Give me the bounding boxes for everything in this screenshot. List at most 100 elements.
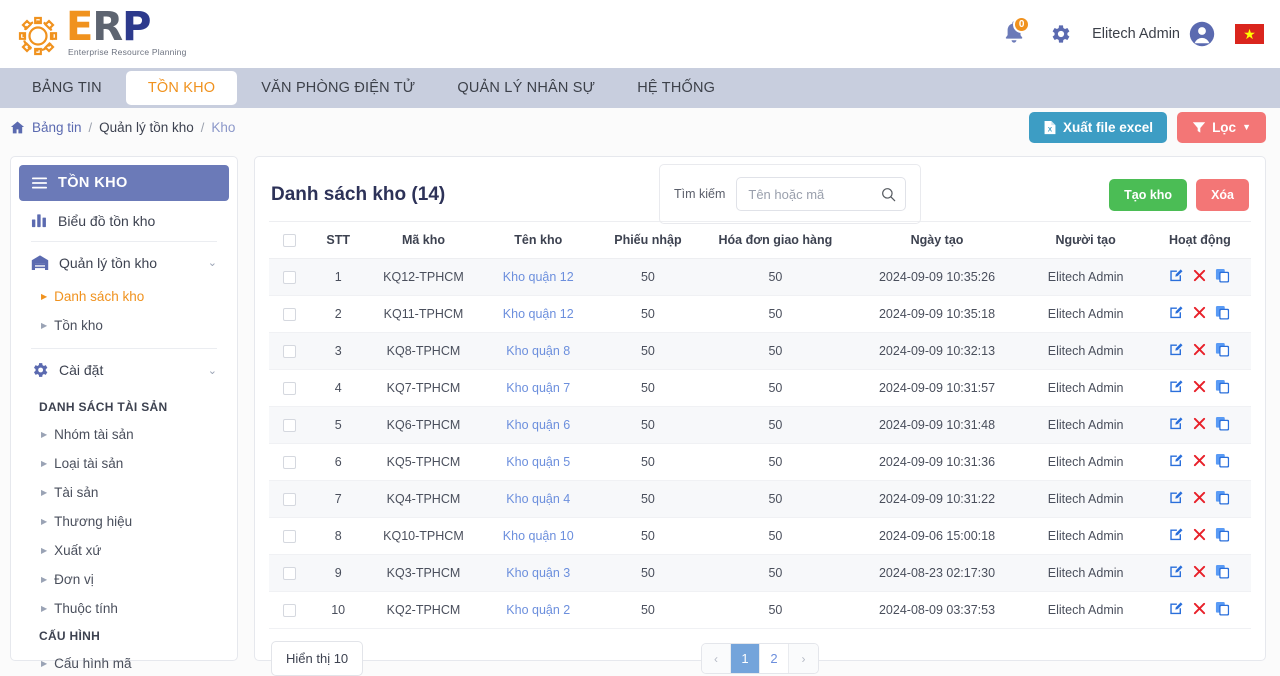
table-row[interactable]: 5 KQ6-TPHCM Kho quận 6 50 50 2024-09-09 10:31… (269, 406, 1251, 445)
delete-x-icon[interactable] (1193, 602, 1206, 615)
nav-tab-ton-kho[interactable]: TỒN KHO (125, 71, 238, 105)
sidebar-subitem-danh-sach-kho[interactable]: ▶ Danh sách kho (25, 282, 223, 311)
language-flag-button[interactable]: ★ (1235, 24, 1264, 44)
cell-ten-kho[interactable]: Kho quận 3 (479, 554, 597, 593)
delete-x-icon[interactable] (1193, 343, 1206, 356)
row-checkbox[interactable] (282, 604, 296, 618)
table-row[interactable]: 9 KQ3-TPHCM Kho quận 3 50 50 2024-08-23 02:17… (269, 554, 1251, 593)
warehouse-name-link[interactable]: Kho quận 10 (503, 529, 574, 543)
edit-icon[interactable] (1169, 305, 1184, 320)
row-checkbox[interactable] (282, 456, 296, 470)
warehouse-name-link[interactable]: Kho quận 7 (506, 381, 570, 395)
cell-ten-kho[interactable]: Kho quận 7 (479, 369, 597, 408)
row-checkbox[interactable] (282, 567, 296, 581)
delete-x-icon[interactable] (1193, 565, 1206, 578)
breadcrumb-item-2[interactable]: Kho (211, 120, 235, 135)
cell-ten-kho[interactable]: Kho quận 2 (479, 591, 597, 630)
sidebar-subitem-nhom-tai-san[interactable]: ▶ Nhóm tài sản (25, 420, 223, 449)
copy-icon[interactable] (1215, 305, 1230, 320)
sidebar-subitem-thuoc-tinh[interactable]: ▶ Thuộc tính (25, 594, 223, 623)
cell-ten-kho[interactable]: Kho quận 5 (479, 443, 597, 482)
pagination-prev[interactable]: ‹ (702, 644, 731, 674)
sidebar-header[interactable]: TỒN KHO (19, 165, 229, 201)
chevron-down-icon[interactable]: ⌄ (208, 364, 217, 377)
sidebar-subitem-thuong-hieu[interactable]: ▶ Thương hiệu (25, 507, 223, 536)
export-excel-button[interactable]: X Xuất file excel (1029, 111, 1168, 143)
cell-ten-kho[interactable]: Kho quận 10 (479, 517, 597, 556)
table-row[interactable]: 10 KQ2-TPHCM Kho quận 2 50 50 2024-08-09 03:3… (269, 591, 1251, 630)
table-row[interactable]: 8 KQ10-TPHCM Kho quận 10 50 50 2024-09-06 15:… (269, 517, 1251, 556)
pagination-page-1[interactable]: 1 (731, 644, 760, 674)
sidebar-subitem-xuat-xu[interactable]: ▶ Xuất xứ (25, 536, 223, 565)
warehouse-name-link[interactable]: Kho quận 8 (506, 344, 570, 358)
cell-ten-kho[interactable]: Kho quận 8 (479, 332, 597, 371)
breadcrumb-item-1[interactable]: Quản lý tồn kho (99, 120, 194, 135)
table-row[interactable]: 1 KQ12-TPHCM Kho quận 12 50 50 2024-09-09 10:… (269, 258, 1251, 297)
copy-icon[interactable] (1215, 453, 1230, 468)
search-input[interactable] (748, 186, 882, 202)
copy-icon[interactable] (1215, 342, 1230, 357)
edit-icon[interactable] (1169, 601, 1184, 616)
sidebar-item-bieu-do-ton-kho[interactable]: Biểu đồ tồn kho (25, 201, 223, 240)
select-all-checkbox[interactable] (282, 234, 296, 248)
sidebar-subitem-tai-san[interactable]: ▶ Tài sản (25, 478, 223, 507)
copy-icon[interactable] (1215, 268, 1230, 283)
warehouse-name-link[interactable]: Kho quận 6 (506, 418, 570, 432)
sidebar-item-quan-ly-ton-kho[interactable]: Quản lý tồn kho ⌄ (25, 243, 223, 282)
delete-x-icon[interactable] (1193, 269, 1206, 282)
sidebar-subitem-don-vi[interactable]: ▶ Đơn vị (25, 565, 223, 594)
edit-icon[interactable] (1169, 268, 1184, 283)
home-icon[interactable] (10, 120, 25, 135)
breadcrumb-item-0[interactable]: Bảng tin (32, 120, 82, 135)
warehouse-name-link[interactable]: Kho quận 4 (506, 492, 570, 506)
nav-tab-bang-tin[interactable]: BẢNG TIN (14, 72, 120, 104)
delete-x-icon[interactable] (1193, 528, 1206, 541)
sidebar-subitem-cau-hinh-ma[interactable]: ▶ Cấu hình mã (25, 649, 223, 676)
delete-x-icon[interactable] (1193, 454, 1206, 467)
edit-icon[interactable] (1169, 416, 1184, 431)
copy-icon[interactable] (1215, 564, 1230, 579)
cell-ten-kho[interactable]: Kho quận 4 (479, 480, 597, 519)
row-checkbox[interactable] (282, 382, 296, 396)
search-field-wrapper[interactable] (736, 177, 907, 211)
edit-icon[interactable] (1169, 379, 1184, 394)
table-row[interactable]: 7 KQ4-TPHCM Kho quận 4 50 50 2024-09-09 10:31… (269, 480, 1251, 519)
table-row[interactable]: 6 KQ5-TPHCM Kho quận 5 50 50 2024-09-09 10:31… (269, 443, 1251, 482)
delete-button[interactable]: Xóa (1196, 179, 1249, 211)
nav-tab-van-phong-dien-tu[interactable]: VĂN PHÒNG ĐIỆN TỬ (243, 72, 433, 104)
row-checkbox[interactable] (282, 271, 296, 285)
delete-x-icon[interactable] (1193, 380, 1206, 393)
copy-icon[interactable] (1215, 416, 1230, 431)
edit-icon[interactable] (1169, 527, 1184, 542)
delete-x-icon[interactable] (1193, 491, 1206, 504)
row-checkbox[interactable] (282, 345, 296, 359)
row-checkbox[interactable] (282, 493, 296, 507)
edit-icon[interactable] (1169, 453, 1184, 468)
app-logo[interactable]: ERP Enterprise Resource Planning (8, 7, 187, 60)
copy-icon[interactable] (1215, 379, 1230, 394)
edit-icon[interactable] (1169, 490, 1184, 505)
copy-icon[interactable] (1215, 527, 1230, 542)
chevron-down-icon[interactable]: ⌄ (208, 256, 217, 269)
copy-icon[interactable] (1215, 601, 1230, 616)
cell-ten-kho[interactable]: Kho quận 12 (479, 295, 597, 334)
pagination-page-2[interactable]: 2 (760, 644, 789, 674)
cell-ten-kho[interactable]: Kho quận 6 (479, 406, 597, 445)
table-row[interactable]: 2 KQ11-TPHCM Kho quận 12 50 50 2024-09-09 10:… (269, 295, 1251, 334)
sidebar-subitem-ton-kho[interactable]: ▶ Tồn kho (25, 311, 223, 340)
warehouse-name-link[interactable]: Kho quận 3 (506, 566, 570, 580)
delete-x-icon[interactable] (1193, 306, 1206, 319)
warehouse-name-link[interactable]: Kho quận 2 (506, 603, 570, 617)
copy-icon[interactable] (1215, 490, 1230, 505)
search-icon[interactable] (881, 187, 896, 202)
nav-tab-he-thong[interactable]: HỆ THỐNG (619, 72, 733, 104)
filter-button[interactable]: Lọc ▼ (1177, 111, 1266, 143)
table-row[interactable]: 3 KQ8-TPHCM Kho quận 8 50 50 2024-09-09 10:32… (269, 332, 1251, 371)
notifications-button[interactable]: 0 (1002, 16, 1031, 49)
nav-tab-quan-ly-nhan-su[interactable]: QUẢN LÝ NHÂN SỰ (439, 72, 613, 104)
sidebar-item-cai-dat[interactable]: Cài đặt ⌄ (25, 350, 223, 390)
sidebar-subitem-loai-tai-san[interactable]: ▶ Loại tài sản (25, 449, 223, 478)
create-warehouse-button[interactable]: Tạo kho (1109, 179, 1188, 211)
warehouse-name-link[interactable]: Kho quận 5 (506, 455, 570, 469)
user-menu[interactable]: Elitech Admin (1092, 21, 1215, 47)
